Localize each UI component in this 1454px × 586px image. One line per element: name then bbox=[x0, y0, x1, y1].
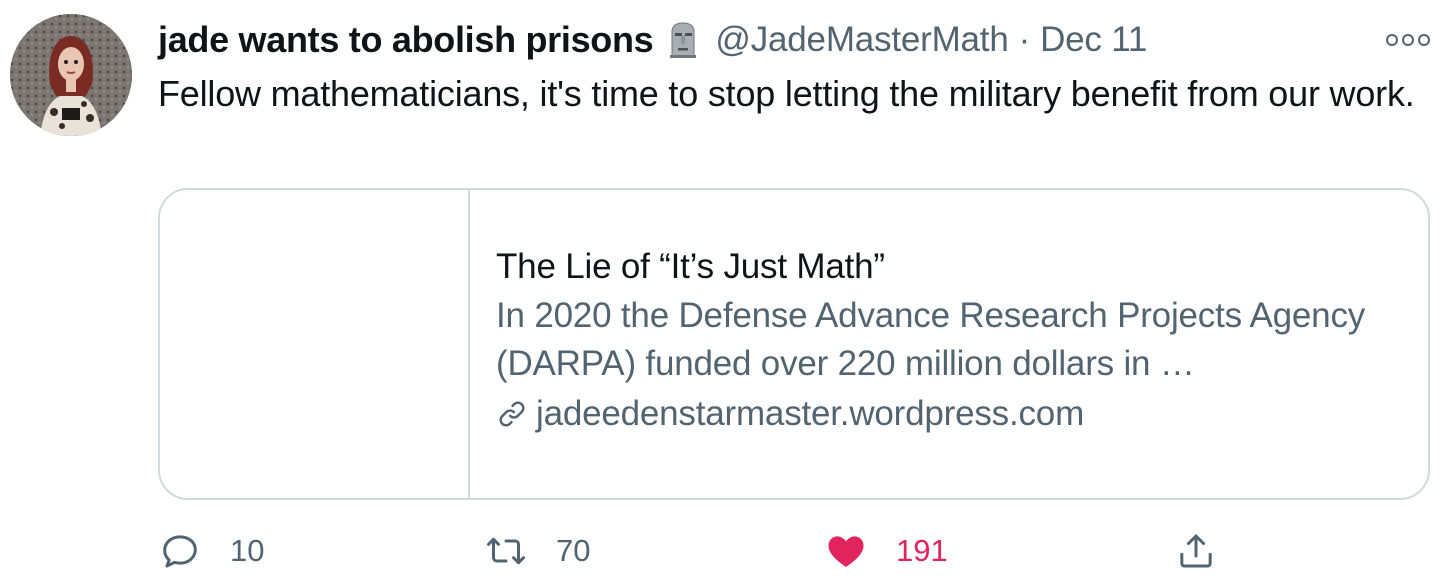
like-count: 191 bbox=[896, 533, 948, 568]
link-card-description: In 2020 the Defense Advance Research Pro… bbox=[496, 296, 1366, 383]
link-card-body: The Lie of “It’s Just Math” In 2020 the … bbox=[496, 242, 1406, 438]
reply-icon bbox=[163, 535, 197, 568]
retweet-icon bbox=[487, 537, 525, 565]
more-dot bbox=[1402, 34, 1414, 46]
more-dot bbox=[1418, 34, 1430, 46]
heart-icon bbox=[828, 536, 864, 567]
link-card-title: The Lie of “It’s Just Math” bbox=[496, 247, 885, 286]
link-card-domain-row: jadeedenstarmaster.wordpress.com bbox=[496, 390, 1406, 438]
moai-icon bbox=[667, 22, 699, 58]
more-options-icon[interactable] bbox=[1386, 30, 1430, 50]
link-card-domain: jadeedenstarmaster.wordpress.com bbox=[536, 394, 1085, 433]
link-icon bbox=[499, 401, 525, 427]
retweet-button[interactable]: 70 bbox=[486, 528, 590, 574]
author-handle[interactable]: @JadeMasterMath bbox=[715, 20, 1008, 60]
share-button[interactable] bbox=[1176, 528, 1216, 574]
tweet: jade wants to abolish prisons @JadeMaste… bbox=[0, 0, 1454, 586]
avatar[interactable] bbox=[10, 14, 132, 136]
more-dot bbox=[1386, 34, 1398, 46]
tweet-text: Fellow mathematicians, it's time to stop… bbox=[158, 73, 1415, 114]
link-card[interactable]: The Lie of “It’s Just Math” In 2020 the … bbox=[158, 188, 1430, 500]
separator-dot: · bbox=[1018, 20, 1031, 59]
tweet-header: jade wants to abolish prisons @JadeMaste… bbox=[158, 18, 1418, 62]
reply-count: 10 bbox=[230, 533, 265, 568]
retweet-count: 70 bbox=[556, 533, 591, 568]
tweet-actions: 10 70 191 bbox=[158, 528, 1238, 574]
like-button[interactable]: 191 bbox=[826, 528, 948, 574]
reply-button[interactable]: 10 bbox=[160, 528, 264, 574]
author-display-name[interactable]: jade wants to abolish prisons bbox=[158, 19, 654, 61]
share-icon bbox=[1180, 534, 1212, 568]
link-card-image bbox=[160, 190, 470, 498]
tweet-date[interactable]: Dec 11 bbox=[1040, 20, 1147, 60]
